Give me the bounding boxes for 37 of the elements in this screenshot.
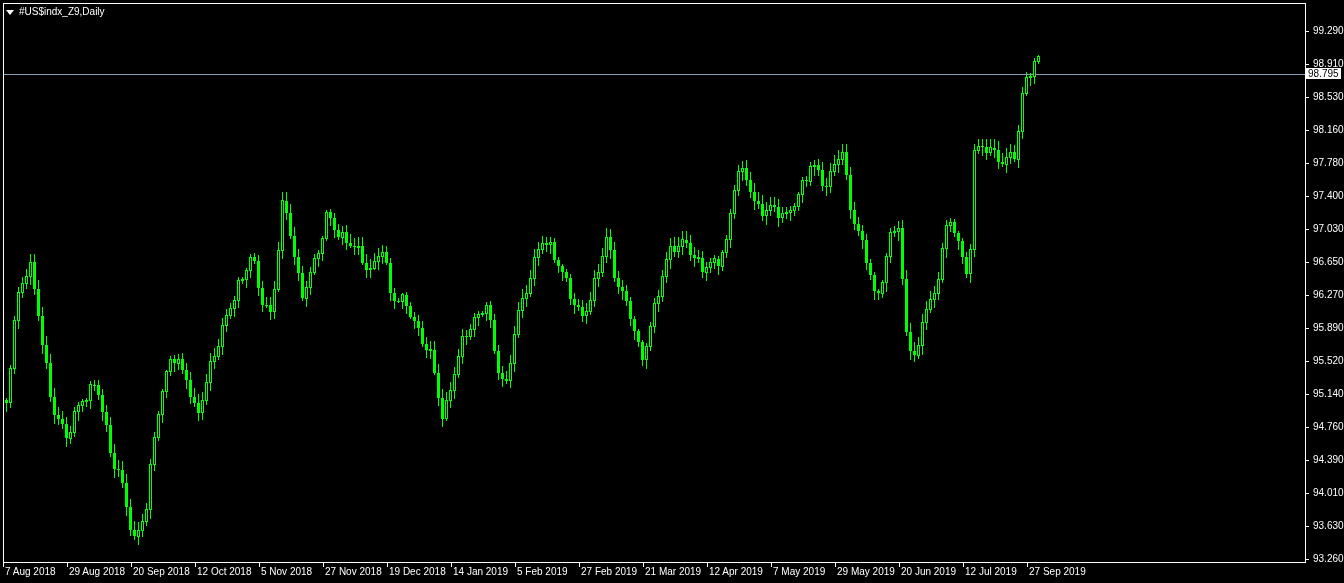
price-label: 99.290 <box>1313 25 1344 37</box>
date-label: 29 May 2019 <box>837 566 895 578</box>
dropdown-triangle-icon[interactable] <box>6 9 14 15</box>
date-label: 29 Aug 2018 <box>69 566 126 578</box>
price-label: 97.030 <box>1313 223 1344 235</box>
date-label: 19 Dec 2018 <box>389 566 446 578</box>
date-label: 7 Aug 2018 <box>5 566 56 578</box>
date-label: 27 Nov 2018 <box>325 566 382 578</box>
price-label: 93.260 <box>1313 553 1344 565</box>
price-label: 98.910 <box>1313 58 1344 69</box>
price-label: 94.010 <box>1313 487 1344 499</box>
price-label: 97.400 <box>1313 190 1344 202</box>
price-label: 95.140 <box>1313 388 1344 400</box>
price-label: 94.760 <box>1313 421 1344 433</box>
price-label: 95.890 <box>1313 322 1344 334</box>
price-label: 93.630 <box>1313 520 1344 532</box>
price-label: 98.530 <box>1313 91 1344 103</box>
price-label: 98.160 <box>1313 124 1344 136</box>
price-label: 96.270 <box>1313 289 1344 301</box>
date-label: 27 Feb 2019 <box>581 566 638 578</box>
date-label: 5 Nov 2018 <box>261 566 313 578</box>
date-label: 12 Jul 2019 <box>965 566 1017 578</box>
chart-title: #US$indx_Z9,Daily <box>19 6 105 18</box>
date-label: 20 Jun 2019 <box>901 566 957 578</box>
price-label: 96.650 <box>1313 256 1344 268</box>
price-label: 94.390 <box>1313 454 1344 466</box>
date-label: 27 Sep 2019 <box>1029 566 1086 578</box>
current-price-label: 98.795 <box>1306 68 1341 79</box>
date-label: 12 Oct 2018 <box>197 566 252 578</box>
price-label: 97.780 <box>1313 157 1344 169</box>
date-label: 12 Apr 2019 <box>709 566 763 578</box>
date-label: 21 Mar 2019 <box>645 566 702 578</box>
price-label: 95.520 <box>1313 355 1344 367</box>
date-label: 5 Feb 2019 <box>517 566 568 578</box>
date-label: 7 May 2019 <box>773 566 826 578</box>
date-label: 14 Jan 2019 <box>453 566 509 578</box>
date-label: 20 Sep 2018 <box>133 566 190 578</box>
